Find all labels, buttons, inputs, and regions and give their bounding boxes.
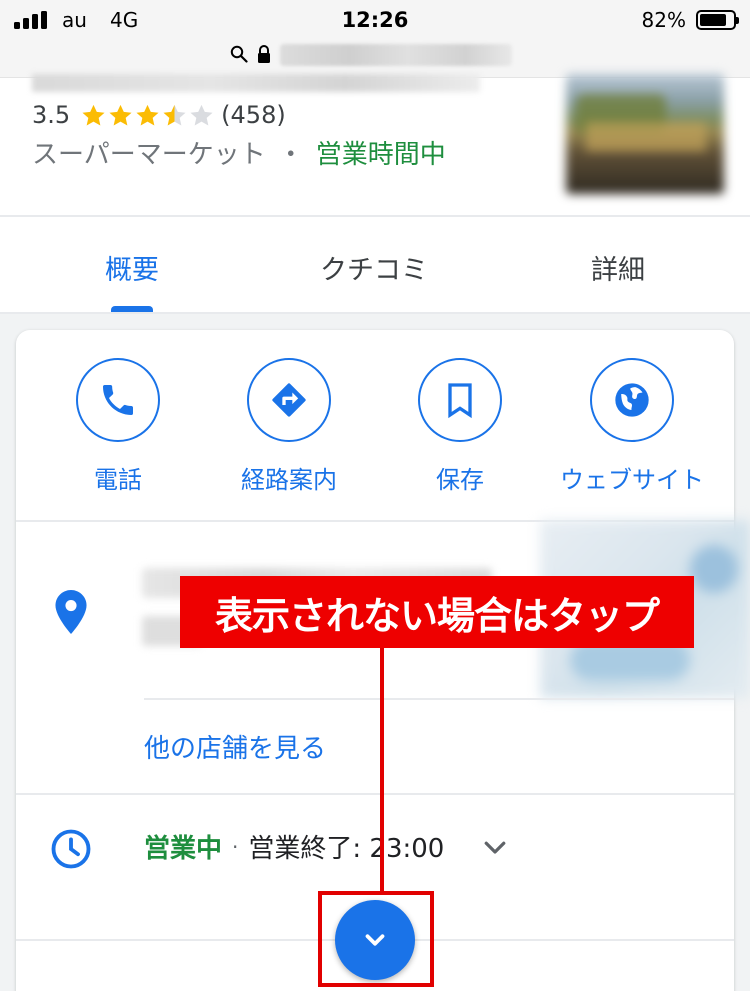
call-button[interactable]: 電話 [33, 358, 203, 495]
open-status: 営業時間中 [315, 140, 446, 170]
hours-separator: · [232, 834, 239, 859]
annotation-callout: 表示されない場合はタップ [180, 576, 694, 648]
save-button-circle [418, 358, 502, 442]
star-empty-icon [190, 104, 213, 126]
tab-bar: 概要 クチコミ 詳細 [0, 218, 750, 314]
phone-icon [103, 385, 133, 415]
website-button-circle [590, 358, 674, 442]
battery-percent: 82% [641, 8, 686, 32]
rating-stars [80, 102, 215, 129]
closing-time: 営業終了: 23:00 [248, 834, 445, 864]
lock-icon [258, 45, 270, 63]
review-count: (458) [221, 101, 286, 129]
action-buttons: 電話 経路案内 保存 ウェブサイト [16, 330, 734, 520]
rating-value: 3.5 [32, 101, 71, 129]
website-button[interactable]: ウェブサイト [547, 358, 717, 495]
divider [16, 793, 734, 795]
open-now-label: 営業中 [144, 834, 223, 864]
save-label: 保存 [436, 466, 484, 494]
annotation-connector-line [380, 648, 384, 892]
status-bar: au 4G 12:26 82% [0, 0, 750, 78]
rating-row[interactable]: 3.5 (458) [32, 98, 286, 132]
directions-button[interactable]: 経路案内 [204, 358, 374, 495]
star-icon [82, 104, 105, 126]
category-row: スーパーマーケット・営業時間中 [32, 134, 446, 171]
divider [0, 215, 750, 217]
place-photo[interactable] [566, 74, 724, 194]
category-separator: ・ [277, 140, 304, 170]
tab-reviews[interactable]: クチコミ [274, 248, 474, 287]
directions-label: 経路案内 [241, 466, 337, 494]
tab-details[interactable]: 詳細 [518, 248, 718, 287]
hours-row[interactable]: 営業中 · 営業終了: 23:00 [144, 828, 444, 865]
star-icon [109, 104, 132, 126]
website-label: ウェブサイト [560, 466, 704, 494]
call-label: 電話 [94, 466, 142, 494]
divider [144, 698, 734, 700]
bookmark-icon [448, 383, 472, 419]
star-half-icon [163, 104, 186, 126]
save-button[interactable]: 保存 [375, 358, 545, 495]
star-icon [136, 104, 159, 126]
directions-button-circle [247, 358, 331, 442]
location-pin-icon [55, 590, 87, 634]
call-button-circle [76, 358, 160, 442]
globe-icon [615, 383, 649, 417]
clock-icon [51, 829, 91, 869]
tab-overview[interactable]: 概要 [32, 248, 232, 287]
clock-time: 12:26 [341, 8, 409, 32]
chevron-down-icon[interactable] [480, 832, 510, 862]
annotation-highlight-box [318, 891, 434, 987]
category-label: スーパーマーケット [32, 140, 266, 170]
url-text-redacted [280, 44, 512, 66]
place-name-redacted [32, 74, 480, 92]
search-icon [230, 45, 248, 63]
url-bar[interactable] [226, 40, 526, 68]
other-stores-link[interactable]: 他の店舗を見る [144, 728, 326, 765]
directions-icon [272, 383, 306, 417]
battery-icon [696, 10, 739, 30]
